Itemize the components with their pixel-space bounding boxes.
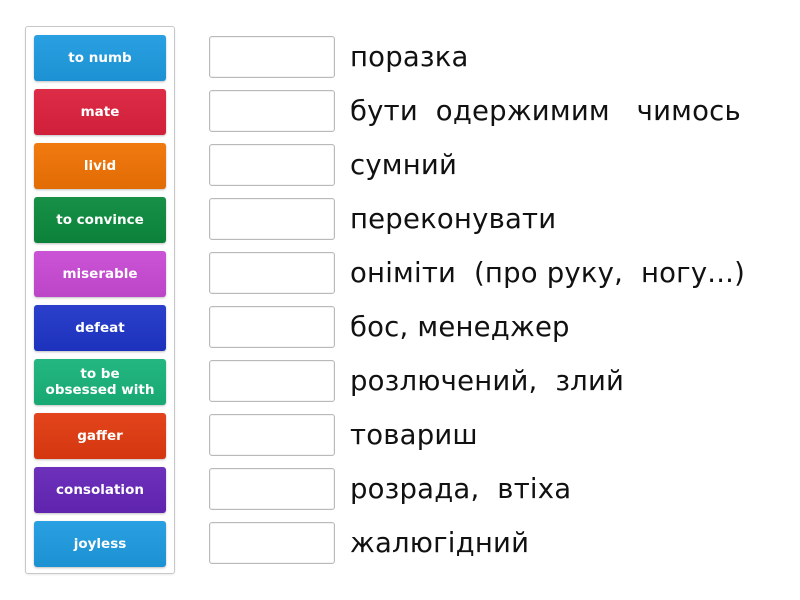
target-row: переконувати [209,197,556,241]
target-term: товариш [350,419,478,451]
target-term: бос, менеджер [350,311,570,343]
tile-label: mate [80,104,120,120]
target-term: жалюгідний [350,527,530,559]
target-row: розлючений, злий [209,359,624,403]
target-term: поразка [350,41,469,73]
tile-joyless[interactable]: joyless [34,521,166,567]
tile-label: joyless [73,536,127,552]
target-row: розрада, втіха [209,467,571,511]
target-row: бути одержимим чимось [209,89,741,133]
tile-livid[interactable]: livid [34,143,166,189]
target-row: поразка [209,35,469,79]
drop-slot[interactable] [209,306,335,348]
tile-mate[interactable]: mate [34,89,166,135]
drop-slot[interactable] [209,36,335,78]
target-row: сумний [209,143,457,187]
tile-label: consolation [56,482,144,498]
drop-slot[interactable] [209,252,335,294]
drop-slot[interactable] [209,468,335,510]
tile-label: livid [83,158,117,174]
target-term: розрада, втіха [350,473,572,505]
target-term: оніміти (про руку, ногу...) [350,257,746,289]
tile-defeat[interactable]: defeat [34,305,166,351]
target-term: сумний [350,149,458,181]
target-row: товариш [209,413,478,457]
target-term: переконувати [350,203,557,235]
tile-label: gaffer [77,428,123,444]
drop-slot[interactable] [209,198,335,240]
tile-label: to be obsessed with [45,366,155,398]
target-row: оніміти (про руку, ногу...) [209,251,745,295]
tile-to-convince[interactable]: to convince [34,197,166,243]
drop-slot[interactable] [209,360,335,402]
target-term: бути одержимим чимось [350,95,741,127]
tile-to-be-obsessed-with[interactable]: to be obsessed with [34,359,166,405]
target-row: бос, менеджер [209,305,570,349]
drop-slot[interactable] [209,522,335,564]
target-term: розлючений, злий [350,365,625,397]
tile-label: miserable [62,266,138,282]
drop-slot[interactable] [209,144,335,186]
target-row: жалюгідний [209,521,529,565]
word-bank: to numb mate livid to convince miserable… [25,26,175,574]
tile-miserable[interactable]: miserable [34,251,166,297]
tile-label: to convince [56,212,144,228]
drop-slot[interactable] [209,90,335,132]
tile-label: defeat [75,320,125,336]
tile-label: to numb [68,50,132,66]
drop-slot[interactable] [209,414,335,456]
tile-consolation[interactable]: consolation [34,467,166,513]
tile-gaffer[interactable]: gaffer [34,413,166,459]
tile-to-numb[interactable]: to numb [34,35,166,81]
